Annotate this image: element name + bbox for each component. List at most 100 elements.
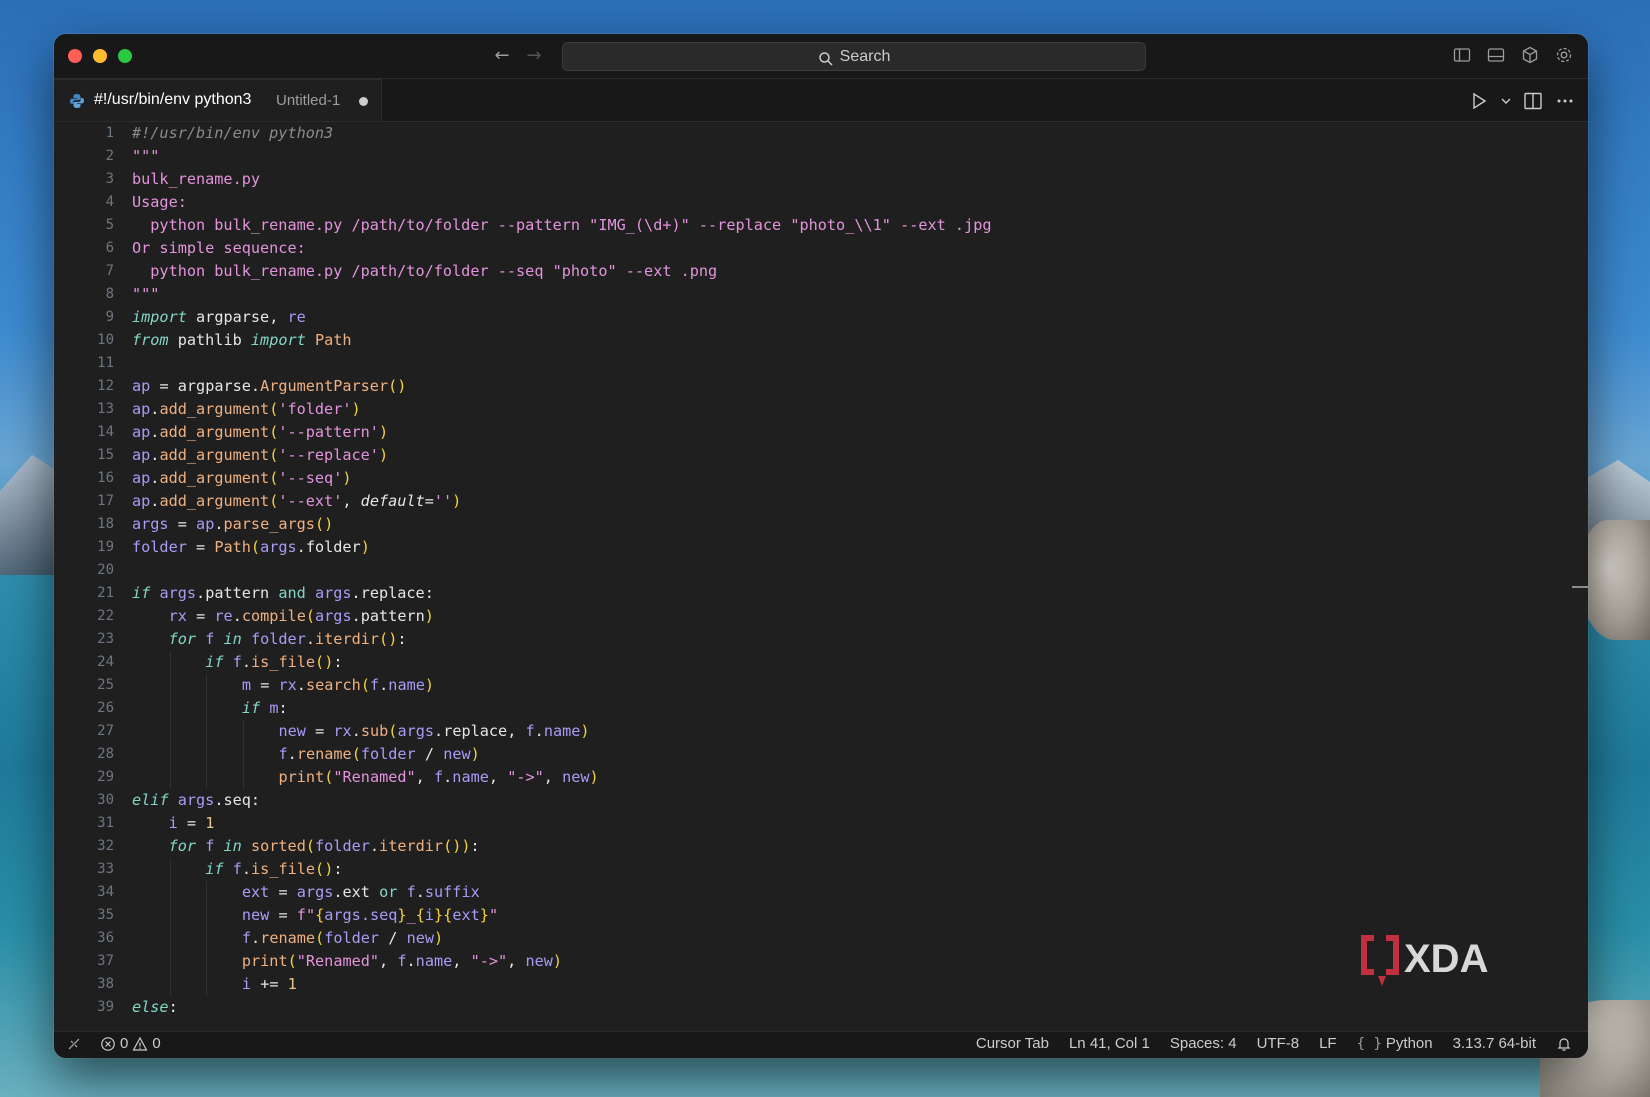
indent-guide bbox=[242, 720, 244, 743]
code-line[interactable]: ap.add_argument('--pattern') bbox=[132, 421, 1568, 444]
code-line[interactable]: m = rx.search(f.name) bbox=[132, 674, 1568, 697]
code-line[interactable]: if args.pattern and args.replace: bbox=[132, 582, 1568, 605]
code-line[interactable]: #!/usr/bin/env python3 bbox=[132, 122, 1568, 145]
line-number: 6 bbox=[105, 240, 114, 256]
code-line[interactable]: if f.is_file(): bbox=[132, 651, 1568, 674]
line-number: 35 bbox=[97, 907, 114, 923]
line-number: 29 bbox=[97, 769, 114, 785]
code-line[interactable]: print("Renamed", f.name, "->", new) bbox=[132, 766, 1568, 789]
indent-guide bbox=[206, 904, 208, 927]
line-number: 10 bbox=[97, 332, 114, 348]
unsaved-dot-icon[interactable] bbox=[359, 97, 368, 106]
run-python-file-icon[interactable] bbox=[1468, 90, 1490, 112]
code-line[interactable]: new = rx.sub(args.replace, f.name) bbox=[132, 720, 1568, 743]
python-interpreter[interactable]: 3.13.7 64-bit bbox=[1453, 1035, 1536, 1052]
indent-guide bbox=[242, 743, 244, 766]
code-line[interactable]: ap.add_argument('--seq') bbox=[132, 467, 1568, 490]
line-number: 37 bbox=[97, 953, 114, 969]
code-line[interactable]: """ bbox=[132, 145, 1568, 168]
line-number: 18 bbox=[97, 516, 114, 532]
line-number: 32 bbox=[97, 838, 114, 854]
line-number: 1 bbox=[105, 125, 114, 141]
code-area[interactable]: #!/usr/bin/env python3 """ bulk_rename.py U… bbox=[132, 122, 1568, 1019]
search-box[interactable]: Search bbox=[562, 42, 1146, 71]
cursor-tab-status[interactable]: Cursor Tab bbox=[976, 1035, 1049, 1052]
indent-guide bbox=[169, 674, 171, 697]
search-icon bbox=[818, 49, 834, 66]
code-line[interactable]: for f in sorted(folder.iterdir()): bbox=[132, 835, 1568, 858]
indent-guide bbox=[169, 766, 171, 789]
code-line[interactable]: if f.is_file(): bbox=[132, 858, 1568, 881]
code-line[interactable]: folder = Path(args.folder) bbox=[132, 536, 1568, 559]
line-number: 12 bbox=[97, 378, 114, 394]
cursor-position[interactable]: Ln 41, Col 1 bbox=[1069, 1035, 1150, 1052]
end-of-line-status[interactable]: LF bbox=[1319, 1035, 1337, 1052]
code-line[interactable] bbox=[132, 559, 1568, 582]
code-line[interactable]: if m: bbox=[132, 697, 1568, 720]
code-line[interactable]: from pathlib import Path bbox=[132, 329, 1568, 352]
split-editor-icon[interactable] bbox=[1522, 90, 1544, 112]
python-file-icon bbox=[69, 93, 85, 109]
code-line[interactable]: for f in folder.iterdir(): bbox=[132, 628, 1568, 651]
toggle-panel-icon[interactable] bbox=[1486, 45, 1506, 65]
code-line[interactable]: """ bbox=[132, 283, 1568, 306]
warning-count: 0 bbox=[152, 1035, 161, 1052]
encoding-status[interactable]: UTF-8 bbox=[1257, 1035, 1300, 1052]
code-line[interactable]: Or simple sequence: bbox=[132, 237, 1568, 260]
back-arrow-icon[interactable]: ← bbox=[490, 44, 514, 68]
more-actions-icon[interactable] bbox=[1554, 90, 1576, 112]
code-line[interactable]: print("Renamed", f.name, "->", new) bbox=[132, 950, 1568, 973]
code-line[interactable]: ap.add_argument('--ext', default='') bbox=[132, 490, 1568, 513]
line-number: 27 bbox=[97, 723, 114, 739]
line-number: 8 bbox=[105, 286, 114, 302]
zoom-window-button[interactable] bbox=[118, 49, 132, 63]
problems-indicator[interactable]: 0 0 bbox=[100, 1035, 161, 1052]
close-window-button[interactable] bbox=[68, 49, 82, 63]
code-line[interactable]: ap.add_argument('folder') bbox=[132, 398, 1568, 421]
code-line[interactable]: ap.add_argument('--replace') bbox=[132, 444, 1568, 467]
line-number: 19 bbox=[97, 539, 114, 555]
code-line[interactable]: python bulk_rename.py /path/to/folder --… bbox=[132, 214, 1568, 237]
tab-untitled-1[interactable]: #!/usr/bin/env python3 Untitled-1 bbox=[54, 79, 382, 121]
line-number: 28 bbox=[97, 746, 114, 762]
indentation-status[interactable]: Spaces: 4 bbox=[1170, 1035, 1237, 1052]
code-editor[interactable]: 1 2 3 4 5 6 7 8 9 10 11 12 13 14 15 16 17 18 19 20 21 22 23 24 2… bbox=[54, 122, 1588, 1032]
tab-bar: #!/usr/bin/env python3 Untitled-1 bbox=[54, 79, 1588, 122]
code-line[interactable]: f.rename(folder / new) bbox=[132, 743, 1568, 766]
code-line[interactable]: ext = args.ext or f.suffix bbox=[132, 881, 1568, 904]
code-line[interactable]: else: bbox=[132, 996, 1568, 1019]
code-line[interactable]: new = f"{args.seq}_{i}{ext}" bbox=[132, 904, 1568, 927]
indent-guide bbox=[206, 950, 208, 973]
curly-braces-icon: { } bbox=[1356, 1035, 1382, 1052]
indent-guide bbox=[169, 720, 171, 743]
indent-guide bbox=[242, 766, 244, 789]
code-line[interactable]: elif args.seq: bbox=[132, 789, 1568, 812]
code-line[interactable]: rx = re.compile(args.pattern) bbox=[132, 605, 1568, 628]
line-number: 9 bbox=[105, 309, 114, 325]
code-line[interactable]: Usage: bbox=[132, 191, 1568, 214]
toggle-primary-sidebar-icon[interactable] bbox=[1452, 45, 1472, 65]
title-bar: ← → Search bbox=[54, 34, 1588, 79]
line-number: 23 bbox=[97, 631, 114, 647]
minimize-window-button[interactable] bbox=[93, 49, 107, 63]
gear-icon[interactable] bbox=[1554, 45, 1574, 65]
line-number: 2 bbox=[105, 148, 114, 164]
code-line[interactable]: i += 1 bbox=[132, 973, 1568, 996]
forward-arrow-icon[interactable]: → bbox=[522, 44, 546, 68]
search-placeholder: Search bbox=[839, 48, 891, 65]
warning-icon bbox=[132, 1036, 148, 1052]
code-line[interactable]: f.rename(folder / new) bbox=[132, 927, 1568, 950]
code-line[interactable]: bulk_rename.py bbox=[132, 168, 1568, 191]
error-icon bbox=[100, 1036, 116, 1052]
code-line[interactable]: args = ap.parse_args() bbox=[132, 513, 1568, 536]
run-options-chevron-down-icon[interactable] bbox=[1500, 90, 1512, 112]
code-line[interactable]: ap = argparse.ArgumentParser() bbox=[132, 375, 1568, 398]
language-mode[interactable]: { } Python bbox=[1357, 1035, 1433, 1052]
code-line[interactable]: import argparse, re bbox=[132, 306, 1568, 329]
code-line[interactable]: i = 1 bbox=[132, 812, 1568, 835]
code-line[interactable] bbox=[132, 352, 1568, 375]
cube-icon[interactable] bbox=[1520, 45, 1540, 65]
bell-icon[interactable] bbox=[1556, 1036, 1572, 1052]
remote-indicator-icon[interactable] bbox=[66, 1036, 82, 1052]
code-line[interactable]: python bulk_rename.py /path/to/folder --… bbox=[132, 260, 1568, 283]
